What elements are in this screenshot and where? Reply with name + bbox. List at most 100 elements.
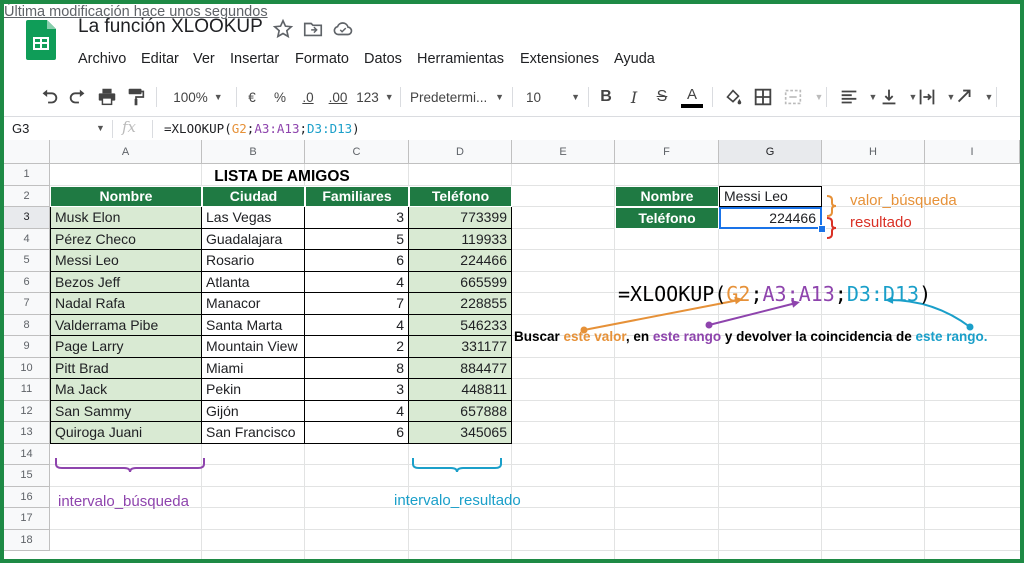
bold-button[interactable]: B <box>598 84 614 110</box>
print-icon[interactable] <box>96 84 118 110</box>
table-header-cell[interactable]: Ciudad <box>202 185 305 207</box>
column-header-h[interactable]: H <box>822 140 925 164</box>
table-cell[interactable]: 665599 <box>409 271 512 293</box>
fill-handle[interactable] <box>818 224 826 233</box>
row-header-1[interactable]: 1 <box>4 164 50 186</box>
menu-ayuda[interactable]: Ayuda <box>614 51 655 67</box>
menu-datos[interactable]: Datos <box>364 51 402 67</box>
row-header-9[interactable]: 9 <box>4 336 50 358</box>
table-cell[interactable]: 331177 <box>409 336 512 358</box>
font-size-select[interactable]: 10 ▼ <box>526 84 580 110</box>
table-cell[interactable]: 345065 <box>409 422 512 444</box>
table-cell[interactable]: 657888 <box>409 400 512 422</box>
table-cell[interactable]: 228855 <box>409 293 512 315</box>
menu-extensiones[interactable]: Extensiones <box>520 51 599 67</box>
table-cell[interactable]: 6 <box>305 422 409 444</box>
menu-herramientas[interactable]: Herramientas <box>417 51 504 67</box>
text-wrap-icon[interactable] <box>916 84 938 110</box>
row-header-15[interactable]: 15 <box>4 465 50 487</box>
table-cell[interactable]: 448811 <box>409 379 512 401</box>
row-header-3[interactable]: 3 <box>4 207 50 229</box>
table-cell[interactable]: Manacor <box>202 293 305 315</box>
menu-ver[interactable]: Ver <box>193 51 215 67</box>
column-header-f[interactable]: F <box>615 140 719 164</box>
table-cell[interactable]: 4 <box>305 400 409 422</box>
table-cell[interactable]: San Sammy <box>50 400 202 422</box>
table-cell[interactable]: Santa Marta <box>202 314 305 336</box>
table-cell[interactable]: 7 <box>305 293 409 315</box>
cloud-status-icon[interactable] <box>332 18 354 40</box>
paint-format-icon[interactable] <box>125 84 147 110</box>
column-header-d[interactable]: D <box>409 140 512 164</box>
row-header-16[interactable]: 16 <box>4 486 50 508</box>
redo-icon[interactable] <box>67 84 89 110</box>
currency-button[interactable]: € <box>244 84 260 110</box>
decrease-decimals-button[interactable]: .0 <box>298 84 318 110</box>
fill-color-icon[interactable] <box>722 84 744 110</box>
column-header-e[interactable]: E <box>512 140 615 164</box>
table-cell[interactable]: Pérez Checo <box>50 228 202 250</box>
percent-button[interactable]: % <box>272 84 288 110</box>
row-header-8[interactable]: 8 <box>4 314 50 336</box>
row-header-10[interactable]: 10 <box>4 357 50 379</box>
text-rotation-icon[interactable] <box>954 84 976 110</box>
table-cell[interactable]: Bezos Jeff <box>50 271 202 293</box>
menu-formato[interactable]: Formato <box>295 51 349 67</box>
table-cell[interactable]: Las Vegas <box>202 207 305 229</box>
merge-cells-icon[interactable] <box>782 84 804 110</box>
row-header-14[interactable]: 14 <box>4 443 50 465</box>
table-cell[interactable]: Miami <box>202 357 305 379</box>
table-cell[interactable]: 3 <box>305 207 409 229</box>
menu-insertar[interactable]: Insertar <box>230 51 279 67</box>
table-cell[interactable]: 4 <box>305 314 409 336</box>
row-header-13[interactable]: 13 <box>4 422 50 444</box>
table-cell[interactable]: Pekin <box>202 379 305 401</box>
table-cell[interactable]: Valderrama Pibe <box>50 314 202 336</box>
table-cell[interactable]: 8 <box>305 357 409 379</box>
row-header-5[interactable]: 5 <box>4 250 50 272</box>
table-cell[interactable]: Pitt Brad <box>50 357 202 379</box>
table-cell[interactable]: Gijón <box>202 400 305 422</box>
table-cell[interactable]: Nadal Rafa <box>50 293 202 315</box>
table-cell[interactable]: 546233 <box>409 314 512 336</box>
row-header-4[interactable]: 4 <box>4 228 50 250</box>
select-all-corner[interactable] <box>4 140 50 164</box>
table-cell[interactable]: San Francisco <box>202 422 305 444</box>
table-cell[interactable]: Page Larry <box>50 336 202 358</box>
font-select[interactable]: Predetermi... ▼ <box>410 84 504 110</box>
table-cell[interactable]: 884477 <box>409 357 512 379</box>
lookup-name-label[interactable]: Nombre <box>615 185 719 207</box>
star-icon[interactable] <box>272 18 294 40</box>
table-cell[interactable]: Rosario <box>202 250 305 272</box>
borders-icon[interactable] <box>752 84 774 110</box>
document-title[interactable]: La función XLOOKUP <box>78 16 263 38</box>
chevron-down-icon[interactable]: ▼ <box>868 84 878 110</box>
table-cell[interactable]: 2 <box>305 336 409 358</box>
column-header-c[interactable]: C <box>305 140 409 164</box>
table-cell[interactable]: Messi Leo <box>50 250 202 272</box>
row-header-17[interactable]: 17 <box>4 508 50 530</box>
text-color-button[interactable]: A <box>680 84 704 110</box>
column-header-i[interactable]: I <box>925 140 1020 164</box>
row-header-18[interactable]: 18 <box>4 529 50 551</box>
lookup-name-value[interactable]: Messi Leo <box>719 185 822 207</box>
strikethrough-button[interactable]: S <box>654 84 670 110</box>
table-cell[interactable]: 6 <box>305 250 409 272</box>
spreadsheet-grid[interactable]: A B C D E F G H I 1 2 3 4 5 6 7 8 9 10 11 12 13 14 15 16 17 18 LIST… <box>4 140 1020 559</box>
sheets-logo-icon[interactable] <box>26 20 56 60</box>
row-header-7[interactable]: 7 <box>4 293 50 315</box>
zoom-select[interactable]: 100% ▼ <box>169 84 227 110</box>
table-cell[interactable]: 773399 <box>409 207 512 229</box>
name-box[interactable]: G3 ▼ <box>12 121 105 136</box>
table-cell[interactable]: 224466 <box>409 250 512 272</box>
table-cell[interactable]: Guadalajara <box>202 228 305 250</box>
column-header-g[interactable]: G <box>719 140 822 164</box>
increase-decimals-button[interactable]: .00 <box>326 84 350 110</box>
menu-editar[interactable]: Editar <box>141 51 179 67</box>
formula-input[interactable]: =XLOOKUP(G2;A3:A13;D3:D13) <box>164 121 360 136</box>
row-header-6[interactable]: 6 <box>4 271 50 293</box>
table-cell[interactable]: 4 <box>305 271 409 293</box>
menu-archivo[interactable]: Archivo <box>78 51 126 67</box>
table-cell[interactable]: Ma Jack <box>50 379 202 401</box>
lookup-phone-value-selected-cell[interactable]: 224466 <box>719 207 822 229</box>
